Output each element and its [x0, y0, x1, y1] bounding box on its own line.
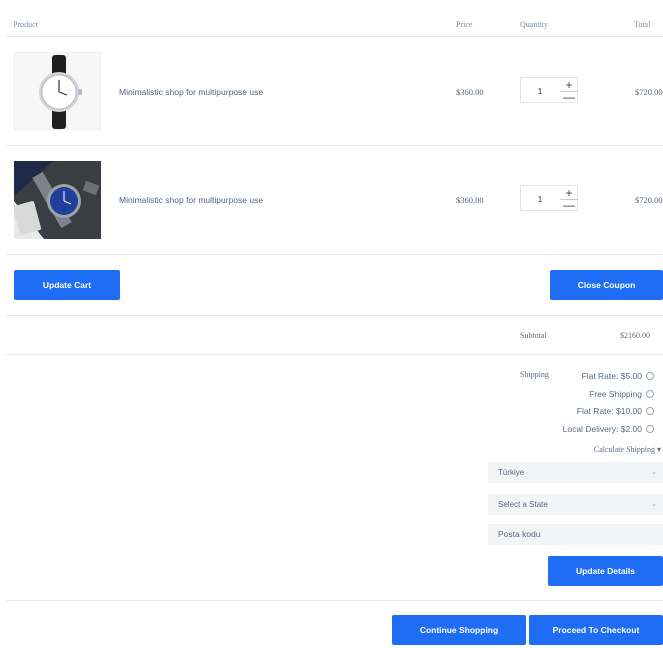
shipping-option-label: Local Delivery: $2.00: [562, 424, 642, 434]
quantity-decrease-button[interactable]: —: [560, 91, 578, 103]
country-select[interactable]: Türkiye ⌄: [488, 462, 663, 483]
actions-divider: [6, 315, 663, 316]
close-coupon-button[interactable]: Close Coupon: [550, 270, 663, 300]
product-total: $720.00: [635, 87, 663, 97]
radio-button[interactable]: [646, 390, 654, 398]
subtotal-divider: [6, 354, 663, 355]
product-name[interactable]: Minimalistic shop for multipurpose use: [119, 195, 263, 205]
radio-button[interactable]: [646, 372, 654, 380]
quantity-stepper[interactable]: 1 + —: [520, 185, 578, 211]
quantity-value[interactable]: 1: [521, 186, 559, 212]
subtotal-value: $2160.00: [620, 331, 650, 340]
state-select[interactable]: Select a State ⌄: [488, 494, 663, 515]
product-image-blue-watch[interactable]: [14, 161, 101, 239]
header-product: Product: [13, 20, 38, 29]
details-divider: [6, 600, 663, 601]
chevron-down-icon: ⌄: [651, 501, 657, 508]
quantity-stepper[interactable]: 1 + —: [520, 77, 578, 103]
header-total: Total: [634, 20, 651, 29]
product-name[interactable]: Minimalistic shop for multipurpose use: [119, 87, 263, 97]
shipping-option-label: Flat Rate: $10.00: [576, 406, 642, 416]
postcode-placeholder: Posta kodu: [498, 529, 541, 539]
chevron-down-icon: ▾: [656, 445, 661, 454]
header-price: Price: [456, 20, 473, 29]
shipping-option-label: Flat Rate: $5.00: [581, 371, 642, 381]
row-divider: [6, 254, 663, 255]
chevron-down-icon: ⌄: [651, 469, 657, 476]
calculate-shipping-label: Calculate Shipping: [593, 445, 655, 454]
shipping-label: Shipping: [520, 370, 549, 379]
product-total: $720.00: [635, 195, 663, 205]
header-quantity: Quantity: [520, 20, 548, 29]
blue-dial-watch-image: [14, 161, 101, 239]
header-divider: [6, 36, 663, 37]
shipping-option-free[interactable]: Free Shipping: [589, 389, 654, 399]
update-cart-button[interactable]: Update Cart: [14, 270, 120, 300]
quantity-decrease-button[interactable]: —: [560, 199, 578, 211]
product-image-white-watch[interactable]: [14, 52, 101, 130]
state-value: Select a State: [498, 500, 548, 509]
country-value: Türkiye: [498, 468, 525, 477]
continue-shopping-button[interactable]: Continue Shopping: [392, 615, 526, 645]
white-dial-watch-image: [15, 53, 100, 129]
subtotal-label: Subtotal: [520, 331, 547, 340]
calculate-shipping-link[interactable]: Calculate Shipping ▾: [594, 445, 661, 454]
radio-button[interactable]: [646, 407, 654, 415]
postcode-input[interactable]: Posta kodu: [488, 524, 663, 545]
product-price: $360.00: [456, 87, 484, 97]
row-divider: [6, 145, 663, 146]
shipping-option-flat-5[interactable]: Flat Rate: $5.00: [582, 371, 654, 381]
proceed-to-checkout-button[interactable]: Proceed To Checkout: [529, 615, 663, 645]
shipping-option-label: Free Shipping: [589, 389, 642, 399]
update-details-button[interactable]: Update Details: [548, 556, 663, 586]
quantity-value[interactable]: 1: [521, 78, 559, 104]
radio-button[interactable]: [646, 425, 654, 433]
shipping-option-local[interactable]: Local Delivery: $2.00: [563, 424, 654, 434]
shipping-option-flat-10[interactable]: Flat Rate: $10.00: [577, 406, 654, 416]
product-price: $360.00: [456, 195, 484, 205]
